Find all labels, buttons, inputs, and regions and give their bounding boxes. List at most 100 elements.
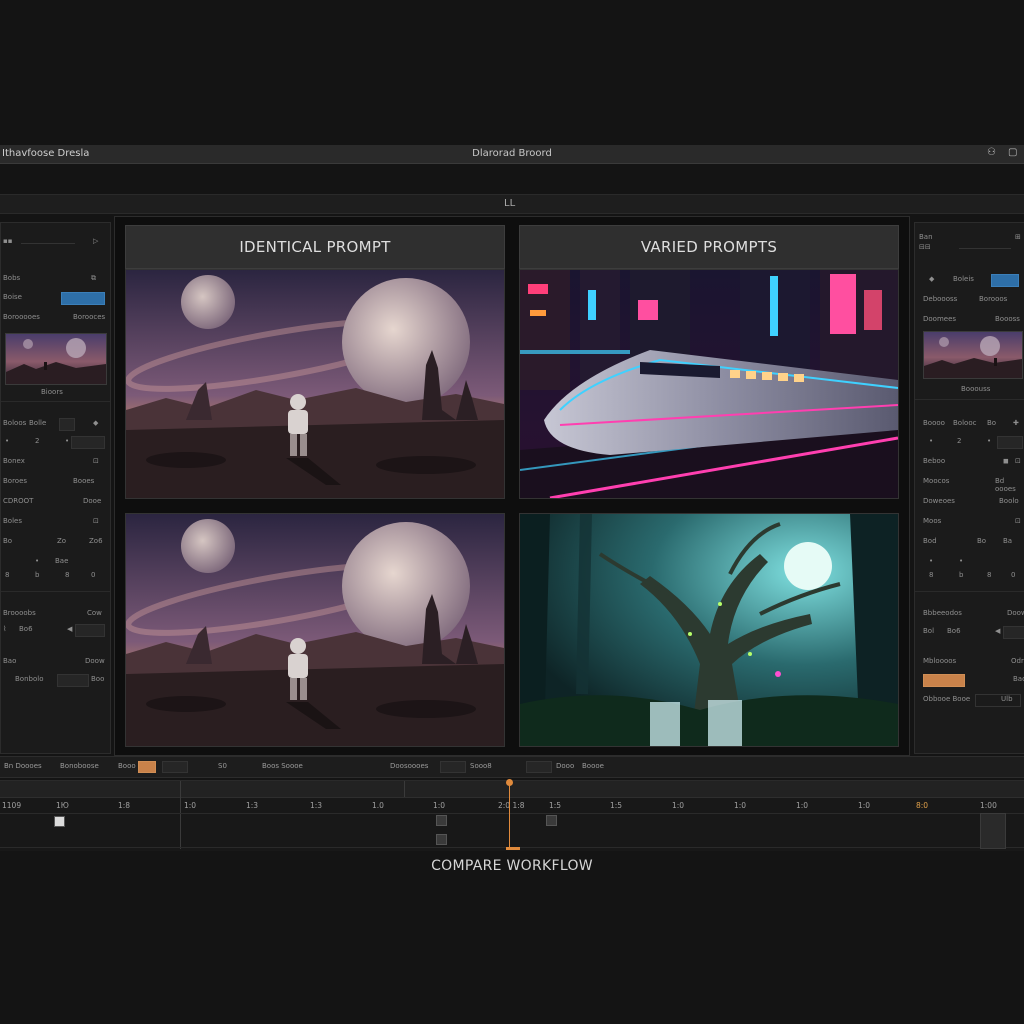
tick-0: 1109: [2, 801, 22, 810]
title-bar: Ithavfoose Dresla Dlarorad Broord ⚇ ▢: [0, 145, 1024, 164]
left-row-12[interactable]: Bao Doow: [1, 655, 110, 669]
bottom-field-1[interactable]: [162, 761, 188, 773]
clip-marker-1[interactable]: [54, 816, 65, 827]
right-row-1[interactable]: ◆ Boleis: [915, 273, 1024, 287]
workflow-caption: COMPARE WORKFLOW: [431, 858, 593, 874]
left-thumb-caption-row: Bioors: [41, 388, 63, 396]
left-row-11[interactable]: ⌇ Bo6 ◀: [1, 623, 110, 637]
right-row-7[interactable]: Doweoes Boolo: [915, 495, 1024, 509]
bottom-item-5[interactable]: Boos Soooe: [262, 762, 303, 770]
neon-train-art: [520, 270, 898, 498]
right-row-11[interactable]: Bol Bo6 ◀: [915, 625, 1024, 639]
planet-thumbnail-art: [6, 338, 106, 384]
right-row-4[interactable]: Boooo Bolooc Bo ✚: [915, 417, 1024, 431]
bottom-item-9[interactable]: Boooe: [582, 762, 604, 770]
tick-4: 1:3: [246, 801, 259, 810]
right-thumb-caption-row: Booouss: [961, 385, 991, 393]
tick-10: 1:5: [610, 801, 623, 810]
tick-11: 1:0: [672, 801, 685, 810]
clip-marker-4[interactable]: [546, 815, 557, 826]
playhead[interactable]: [509, 781, 510, 849]
astronaut-planet-art: [126, 270, 504, 498]
window-icon[interactable]: ▢: [1008, 148, 1018, 158]
tick-13: 1:0: [796, 801, 809, 810]
right-slider-row-2[interactable]: ⊟⊟: [915, 241, 1024, 255]
tick-9: 1:5: [549, 801, 562, 810]
toolbar: LL: [0, 194, 1024, 214]
bottom-item-1[interactable]: Bn Doooes: [4, 762, 42, 770]
user-icon[interactable]: ⚇: [987, 148, 997, 158]
right-properties-panel: Ban ⊞ ⊟⊟ ◆ Boleis Deboooss Borooos Doomees B…: [914, 222, 1024, 754]
right-row-2[interactable]: Deboooss Borooos: [915, 293, 1024, 307]
tick-16: 1:00: [980, 801, 997, 810]
right-stepper-row[interactable]: • 2 •: [915, 435, 1024, 449]
left-row-7[interactable]: CDROOT Dooe: [1, 495, 110, 509]
identical-prompt-header: IDENTICAL PROMPT: [125, 225, 505, 269]
forest-tree-art: [520, 514, 898, 746]
left-row-8[interactable]: Boles ⊡: [1, 515, 110, 529]
neon-city-train-image[interactable]: [519, 269, 899, 499]
bottom-orange-field[interactable]: [138, 761, 156, 773]
left-stepper-row-3[interactable]: 8b80: [1, 569, 110, 583]
timeline[interactable]: 1109 1Ю 1:8 1:0 1:3 1:3 1.0 1:0 2:0 1:8 …: [0, 779, 1024, 851]
bottom-status-bar: Bn Doooes Bonoboose Booo S0 Boos Soooe D…: [0, 756, 1024, 778]
tick-14: 1:0: [858, 801, 871, 810]
bottom-item-3[interactable]: Booo: [118, 762, 136, 770]
left-row-1[interactable]: Bobs ⧉: [1, 272, 110, 286]
left-slider-row[interactable]: ▪▪ ▷: [1, 235, 110, 249]
left-row-10[interactable]: Broooobs Cow: [1, 607, 110, 621]
glowing-forest-image[interactable]: [519, 513, 899, 747]
left-row-9[interactable]: Bo Zo Zo6: [1, 535, 110, 549]
track-divider-1: [0, 813, 1024, 814]
left-row-2[interactable]: Boise: [1, 291, 110, 305]
left-row-5[interactable]: Bonex ⊡: [1, 455, 110, 469]
right-row-10[interactable]: Bbbeeodos Doow: [915, 607, 1024, 621]
bottom-item-4[interactable]: S0: [218, 762, 227, 770]
astronaut-planet-art-2: [126, 514, 504, 746]
tick-2: 1:8: [118, 801, 131, 810]
astronaut-planet-image-top[interactable]: [125, 269, 505, 499]
right-row-5[interactable]: Beboo ◼ ⊡: [915, 455, 1024, 469]
playhead-handle[interactable]: [506, 779, 513, 786]
tick-6: 1.0: [372, 801, 384, 810]
planet-thumbnail-art-right: [924, 336, 1022, 378]
left-properties-panel: ▪▪ ▷ Bobs ⧉ Boise Borooooes Borooces Bioors…: [0, 222, 111, 754]
tick-8: 2:0 1:8: [498, 801, 525, 810]
tick-3: 1:0: [184, 801, 197, 810]
comparison-viewport: IDENTICAL PROMPT VARIED PROMPTS: [114, 216, 910, 756]
clip-marker-2[interactable]: [436, 815, 447, 826]
right-row-12[interactable]: MbloooosOdro: [915, 655, 1024, 669]
right-row-13[interactable]: Bao: [915, 673, 1024, 687]
bottom-item-7[interactable]: Sooo8: [470, 762, 492, 770]
left-stepper-row-2[interactable]: • Bae: [1, 555, 110, 569]
tick-1: 1Ю: [56, 801, 69, 810]
right-row-6[interactable]: Moocos Bd oooes: [915, 475, 1024, 493]
right-row-14[interactable]: Obbooe Booe Ulb: [915, 693, 1024, 707]
astronaut-planet-image-bottom[interactable]: [125, 513, 505, 747]
tick-12: 1:0: [734, 801, 747, 810]
toolbar-mark[interactable]: LL: [504, 198, 515, 209]
clip-block-end[interactable]: [980, 813, 1006, 849]
right-stepper-row-2[interactable]: • •: [915, 555, 1024, 569]
right-row-8[interactable]: Moos ⊡: [915, 515, 1024, 529]
bottom-item-8[interactable]: Dooo: [556, 762, 574, 770]
clip-marker-3[interactable]: [436, 834, 447, 845]
left-row-4[interactable]: Boloos Bolle ◆: [1, 417, 110, 431]
right-row-9[interactable]: Bod Bo Ba: [915, 535, 1024, 549]
left-row-13[interactable]: Bonbolo Boo: [1, 673, 110, 687]
bottom-item-6[interactable]: Doosoooes: [390, 762, 428, 770]
tick-15: 8:0: [916, 801, 929, 810]
left-preview-thumbnail[interactable]: [5, 333, 107, 385]
right-row-3[interactable]: Doomees Boooss: [915, 313, 1024, 327]
left-row-6[interactable]: Boroes Booes: [1, 475, 110, 489]
right-preview-thumbnail[interactable]: [923, 331, 1023, 379]
bottom-field-2[interactable]: [440, 761, 466, 773]
tick-7: 1:0: [433, 801, 446, 810]
left-stepper-row[interactable]: • 2 •: [1, 435, 110, 449]
left-row-3[interactable]: Borooooes Borooces: [1, 311, 110, 325]
bottom-item-2[interactable]: Bonoboose: [60, 762, 99, 770]
right-stepper-row-3[interactable]: 8b80: [915, 569, 1024, 583]
bottom-field-3[interactable]: [526, 761, 552, 773]
tick-5: 1:3: [310, 801, 323, 810]
varied-prompts-header: VARIED PROMPTS: [519, 225, 899, 269]
